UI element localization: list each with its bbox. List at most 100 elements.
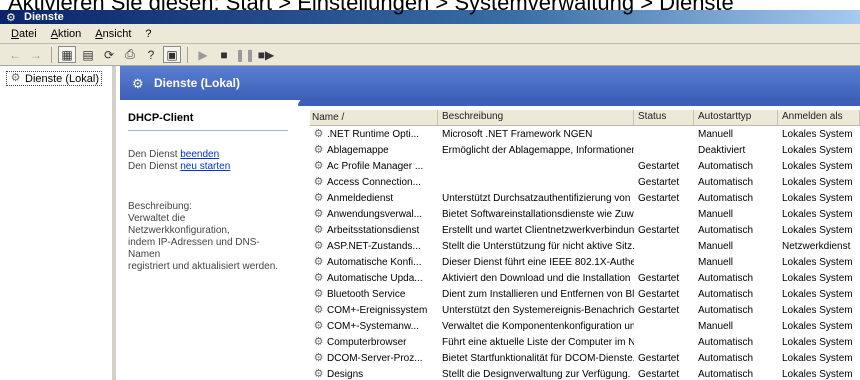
back-arrow-icon[interactable]: ←	[6, 46, 24, 63]
service-row[interactable]: ⚙ Ablagemappe Ermöglicht der Ablagemappe, …	[310, 142, 860, 158]
service-name: Anwendungsverwal...	[327, 208, 423, 220]
services-gear-icon: ⚙	[10, 72, 21, 84]
service-name-cell: ⚙ Anwendungsverwal...	[310, 208, 438, 221]
service-status: Gestartet	[638, 160, 680, 172]
pane-header-extension	[298, 98, 860, 106]
column-header-status[interactable]: Status	[634, 110, 694, 125]
service-description: Verwaltet die Komponentenkonfiguration u…	[442, 320, 634, 332]
service-name-cell: ⚙ Automatische Upda...	[310, 272, 438, 285]
service-row[interactable]: ⚙ ASP.NET-Zustands... Stellt die Unterstüt…	[310, 238, 860, 254]
instruction-caption: Aktivieren Sie diesen: Start > Einstellu…	[8, 0, 734, 15]
service-description: Dieser Dienst führt eine IEEE 802.1X-Aut…	[442, 256, 634, 268]
service-logon-as: Lokales System	[782, 208, 853, 220]
service-startup-type: Automatisch	[698, 160, 754, 172]
service-startup-type: Manuell	[698, 256, 734, 268]
service-status: Gestartet	[638, 192, 680, 204]
list-header: Name / Beschreibung Status Autostarttyp …	[310, 110, 860, 126]
description-block: Beschreibung: Verwaltet die Netzwerkkonf…	[128, 201, 288, 273]
service-gear-icon: ⚙	[313, 287, 324, 300]
pane-title: Dienste (Lokal)	[154, 76, 241, 90]
properties-icon[interactable]: ▤	[79, 46, 97, 63]
pause-icon[interactable]: ❚❚	[235, 46, 255, 63]
service-row[interactable]: ⚙ Anmeldedienst Unterstützt Durchsatzauthe…	[310, 190, 860, 206]
service-description: Unterstützt den Systemereignis-Benachric…	[442, 304, 634, 316]
column-header-startup-type[interactable]: Autostarttyp	[694, 110, 778, 125]
service-name: Anmeldedienst	[327, 192, 394, 204]
service-name-cell: ⚙ Ac Profile Manager ...	[310, 160, 438, 173]
restart-service-link[interactable]: neu starten	[180, 161, 230, 172]
service-row[interactable]: ⚙ Automatische Konfi... Dieser Dienst führ…	[310, 254, 860, 270]
service-name: Computerbrowser	[327, 336, 407, 348]
service-description: Führt eine aktuelle Liste der Computer i…	[442, 336, 634, 348]
service-logon-as: Lokales System	[782, 320, 853, 332]
column-header-logon-as[interactable]: Anmelden als	[778, 110, 860, 125]
forward-arrow-icon[interactable]: →	[27, 46, 45, 63]
column-header-name[interactable]: Name /	[310, 110, 438, 125]
service-name: Automatische Konfi...	[327, 256, 422, 268]
service-row[interactable]: ⚙ Ac Profile Manager ... Gestartet Automati…	[310, 158, 860, 174]
service-name-cell: ⚙ .NET Runtime Opti...	[310, 128, 438, 141]
service-detail-panel: DHCP-Client Den Dienst beenden Den Diens…	[120, 106, 298, 380]
services-header-icon: ⚙	[132, 76, 144, 91]
service-gear-icon: ⚙	[313, 271, 324, 284]
service-row[interactable]: ⚙ Access Connection... Gestartet Automatisc…	[310, 174, 860, 190]
service-name-cell: ⚙ ASP.NET-Zustands...	[310, 240, 438, 253]
refresh-icon[interactable]: ⟳	[100, 46, 118, 63]
service-row[interactable]: ⚙ .NET Runtime Opti... Microsoft .NET Fram…	[310, 126, 860, 142]
services-rows: ⚙ .NET Runtime Opti... Microsoft .NET Fram…	[310, 126, 860, 380]
service-logon-as: Lokales System	[782, 256, 853, 268]
tree-item-services-local[interactable]: ⚙ Dienste (Lokal)	[6, 71, 102, 86]
stop-icon[interactable]: ■	[215, 46, 233, 63]
play-icon[interactable]: ▶	[194, 46, 212, 63]
menu-bar: Datei Aktion Ansicht ?	[0, 24, 860, 44]
service-startup-type: Automatisch	[698, 368, 754, 380]
service-logon-as: Lokales System	[782, 352, 853, 364]
service-logon-as: Lokales System	[782, 176, 853, 188]
restart-icon[interactable]: ■▶	[257, 46, 275, 63]
service-logon-as: Lokales System	[782, 144, 853, 156]
service-description: Bietet Startfunktionalität für DCOM-Dien…	[442, 352, 634, 364]
menu-help[interactable]: ?	[138, 28, 158, 40]
service-row[interactable]: ⚙ COM+-Ereignissystem Unterstützt den Syst…	[310, 302, 860, 318]
console-tree-icon[interactable]: ▦	[58, 46, 76, 63]
service-row[interactable]: ⚙ Designs Stellt die Designverwaltung zur …	[310, 366, 860, 380]
description-line: indem IP-Adressen und DNS-Namen	[128, 237, 260, 260]
menu-aktion[interactable]: Aktion	[44, 28, 89, 40]
toolbar-separator	[187, 46, 188, 63]
service-startup-type: Automatisch	[698, 192, 754, 204]
service-logon-as: Lokales System	[782, 288, 853, 300]
service-status: Gestartet	[638, 224, 680, 236]
view-icon[interactable]: ▣	[163, 46, 181, 63]
service-name-cell: ⚙ Anmeldedienst	[310, 192, 438, 205]
service-name: Ablagemappe	[327, 144, 389, 156]
service-row[interactable]: ⚙ Arbeitsstationsdienst Erstellt und warte…	[310, 222, 860, 238]
service-name-cell: ⚙ DCOM-Server-Proz...	[310, 352, 438, 365]
menu-datei[interactable]: Datei	[4, 28, 44, 40]
description-line: Verwaltet die Netzwerkkonfiguration,	[128, 213, 230, 236]
export-icon[interactable]: ⎙	[121, 46, 139, 63]
stop-service-link[interactable]: beenden	[180, 149, 219, 160]
service-name: Designs	[327, 368, 364, 380]
service-row[interactable]: ⚙ DCOM-Server-Proz... Bietet Startfunktion…	[310, 350, 860, 366]
service-logon-as: Lokales System	[782, 128, 853, 140]
menu-ansicht[interactable]: Ansicht	[88, 28, 138, 40]
service-row[interactable]: ⚙ Computerbrowser Führt eine aktuelle List…	[310, 334, 860, 350]
column-header-description[interactable]: Beschreibung	[438, 110, 634, 125]
service-startup-type: Automatisch	[698, 224, 754, 236]
service-row[interactable]: ⚙ COM+-Systemanw... Verwaltet die Komponen…	[310, 318, 860, 334]
service-name-cell: ⚙ Arbeitsstationsdienst	[310, 224, 438, 237]
service-name: Bluetooth Service	[327, 288, 406, 300]
service-logon-as: Lokales System	[782, 368, 853, 380]
service-row[interactable]: ⚙ Anwendungsverwal... Bietet Softwareinsta…	[310, 206, 860, 222]
service-status: Gestartet	[638, 272, 680, 284]
service-name-cell: ⚙ Access Connection...	[310, 176, 438, 189]
tree-item-label: Dienste (Lokal)	[25, 72, 99, 85]
service-row[interactable]: ⚙ Bluetooth Service Dient zum Installieren…	[310, 286, 860, 302]
service-gear-icon: ⚙	[313, 127, 324, 140]
service-status: Gestartet	[638, 304, 680, 316]
help-icon[interactable]: ?	[142, 46, 160, 63]
service-gear-icon: ⚙	[313, 175, 324, 188]
service-description: Erstellt und wartet Clientnetzwerkverbin…	[442, 224, 634, 236]
stop-service-line: Den Dienst beenden	[128, 149, 288, 161]
service-row[interactable]: ⚙ Automatische Upda... Aktiviert den Downl…	[310, 270, 860, 286]
